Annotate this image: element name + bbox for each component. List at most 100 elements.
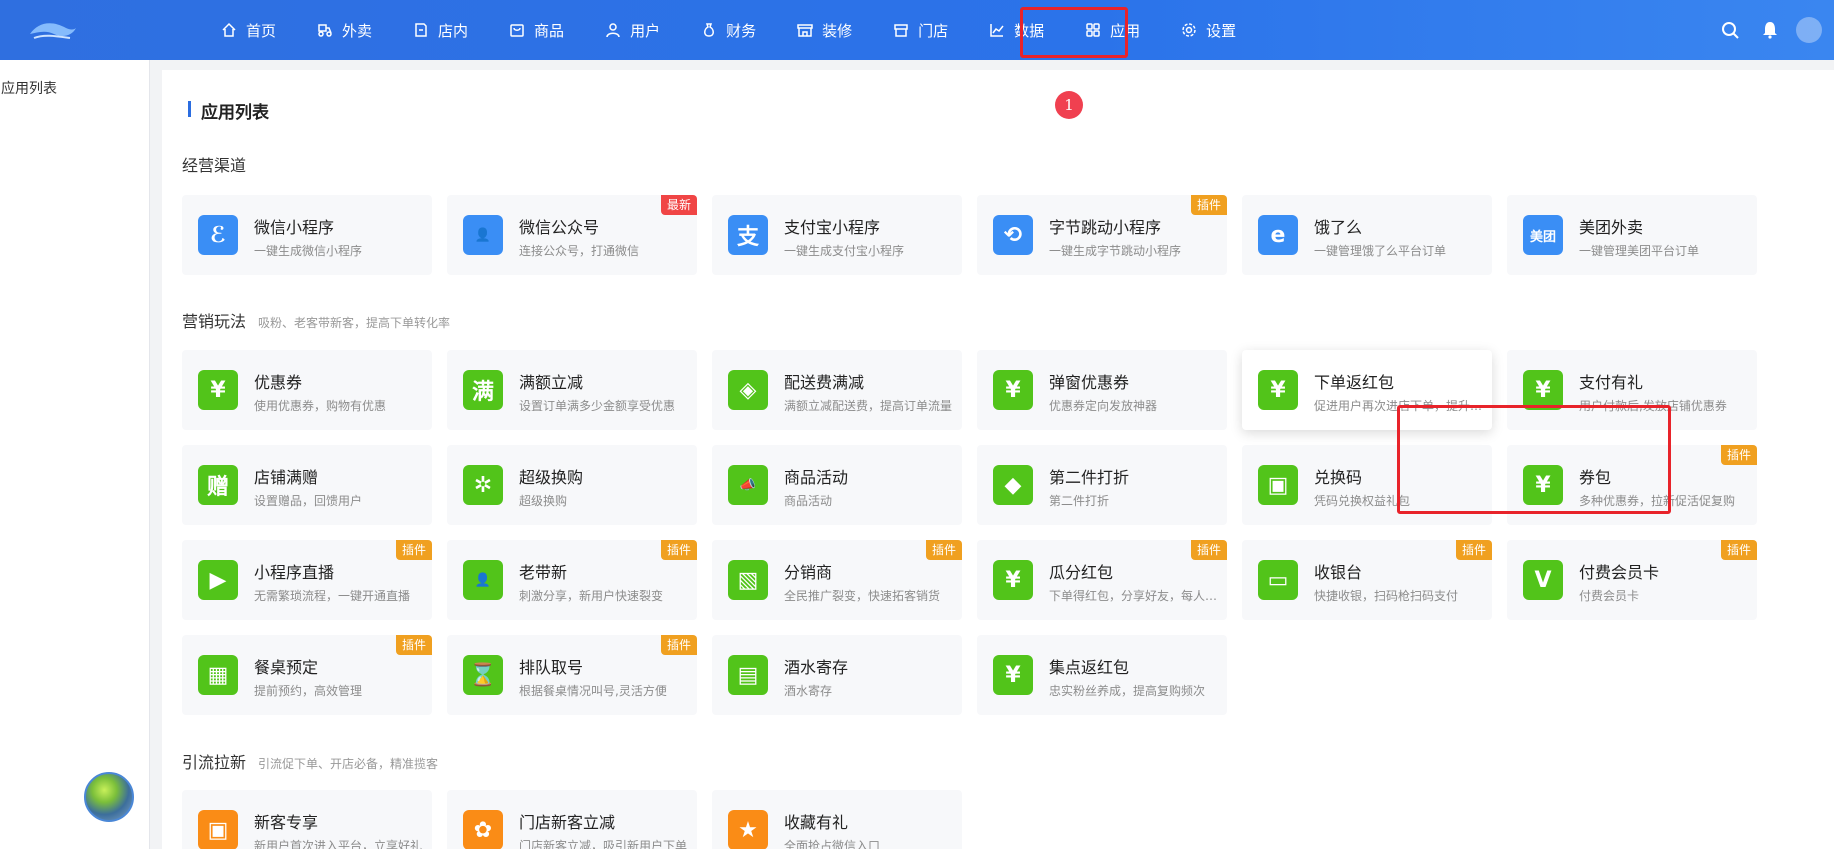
app-card-title: 兑换码 <box>1314 468 1363 487</box>
search-icon[interactable] <box>1710 0 1750 60</box>
nav-users-label: 用户 <box>630 21 661 40</box>
app-card[interactable]: ¥ 优惠券 使用优惠券，购物有优惠 <box>182 350 432 430</box>
top-navigation-bar: 首页 外卖 店内 商品 用户 财务 装修 门店 数据 应用 设置 <box>0 0 1834 60</box>
app-card-title: 优惠券 <box>254 373 303 392</box>
app-card[interactable]: ▣ 新客专享 新用户首次进入平台，立享好礼 <box>182 790 432 849</box>
section-heading: 经营渠道 <box>182 156 247 175</box>
nav-data[interactable]: 数据 <box>968 0 1064 60</box>
mini-program-icon: ℰ <box>198 215 238 255</box>
nav-takeout[interactable]: 外卖 <box>296 0 392 60</box>
nav-apps[interactable]: 应用 <box>1064 0 1160 60</box>
nav-stores-label: 门店 <box>918 21 949 40</box>
avatar[interactable] <box>84 772 134 822</box>
main-nav: 首页 外卖 店内 商品 用户 财务 装修 门店 数据 应用 设置 <box>200 0 1256 60</box>
app-card-title: 微信公众号 <box>519 218 600 237</box>
nav-home[interactable]: 首页 <box>200 0 296 60</box>
app-card[interactable]: 满 满额立减 设置订单满多少金额享受优惠 <box>447 350 697 430</box>
app-card[interactable]: ¥ 弹窗优惠券 优惠券定向发放神器 <box>977 350 1227 430</box>
app-card[interactable]: ⌛ 排队取号 根据餐桌情况叫号,灵活方便 插件 <box>447 635 697 715</box>
nav-dine-in[interactable]: 店内 <box>392 0 488 60</box>
status-badge: 插件 <box>1190 195 1227 215</box>
app-card-title: 商品活动 <box>784 468 849 487</box>
store-inside-icon <box>412 21 430 39</box>
main-content: 应用列表 1 2 经营渠道 营销玩法吸粉、老客带新客，提高下单转化率 引流拉新引… <box>162 70 1834 849</box>
section-title-channels: 经营渠道 <box>182 152 246 176</box>
section-title-traffic: 引流拉新 引流促下单、开店必备，精准揽客 <box>182 749 438 773</box>
app-card-desc: 无需繁琐流程，一键开通直播 <box>254 589 411 603</box>
app-card-desc: 全面抢占微信入口 <box>784 839 881 849</box>
nav-settings[interactable]: 设置 <box>1160 0 1256 60</box>
app-card-title: 券包 <box>1579 468 1612 487</box>
app-card[interactable]: ✿ 门店新客立减 门店新客立减，吸引新用户下单 <box>447 790 697 849</box>
app-card[interactable]: ▧ 分销商 全民推广裂变，快速拓客销货 插件 <box>712 540 962 620</box>
nav-decorate[interactable]: 装修 <box>776 0 872 60</box>
redeem-gift-icon: ▣ <box>1258 465 1298 505</box>
app-card[interactable]: ★ 收藏有礼 全面抢占微信入口 <box>712 790 962 849</box>
status-badge: 插件 <box>1720 540 1757 560</box>
nav-stores[interactable]: 门店 <box>872 0 968 60</box>
app-card-title: 付费会员卡 <box>1579 563 1660 582</box>
table-reserve-icon: ▦ <box>198 655 238 695</box>
app-card[interactable]: ▭ 收银台 快捷收银，扫码枪扫码支付 插件 <box>1242 540 1492 620</box>
app-card-desc: 提前预约，高效管理 <box>254 684 363 698</box>
gift-text-icon: 赠 <box>198 465 238 505</box>
bell-icon[interactable] <box>1750 0 1790 60</box>
nav-finance-label: 财务 <box>726 21 757 40</box>
app-card[interactable]: ¥ 集点返红包 忠实粉丝养成，提高复购频次 <box>977 635 1227 715</box>
app-card-title: 下单返红包 <box>1314 373 1395 392</box>
nav-users[interactable]: 用户 <box>584 0 680 60</box>
user-icon <box>604 21 622 39</box>
app-card[interactable]: 支 支付宝小程序 一键生成支付宝小程序 <box>712 195 962 275</box>
app-card-desc: 全民推广裂变，快速拓客销货 <box>784 589 941 603</box>
icon-glyph: ▦ <box>207 662 229 688</box>
star-favorite-icon: ★ <box>728 810 768 849</box>
app-card[interactable]: 赠 店铺满赠 设置赠品，回馈用户 <box>182 445 432 525</box>
app-card[interactable]: ▦ 餐桌预定 提前预约，高效管理 插件 <box>182 635 432 715</box>
app-card[interactable]: V 付费会员卡 付费会员卡 插件 <box>1507 540 1757 620</box>
app-card[interactable]: ◈ 配送费满减 满额立减配送费，提高订单流量 <box>712 350 962 430</box>
status-badge: 插件 <box>660 635 697 655</box>
app-card-desc: 连接公众号，打通微信 <box>519 244 640 258</box>
app-card[interactable]: ◆ 第二件打折 第二件打折 <box>977 445 1227 525</box>
icon-glyph: 赠 <box>206 475 229 500</box>
app-card-desc: 用户付款后,发放店铺优惠券 <box>1579 399 1727 413</box>
icon-glyph: ✿ <box>473 817 493 843</box>
sidebar: 应用列表 <box>0 60 150 849</box>
app-card[interactable]: 美团 美团外卖 一键管理美团平台订单 <box>1507 195 1757 275</box>
app-card[interactable]: ¥ 支付有礼 用户付款后,发放店铺优惠券 <box>1507 350 1757 430</box>
app-card[interactable]: ▶ 小程序直播 无需繁琐流程，一键开通直播 插件 <box>182 540 432 620</box>
app-card[interactable]: 📣 商品活动 商品活动 <box>712 445 962 525</box>
app-card[interactable]: ¥ 券包 多种优惠券，拉新促活促复购 插件 <box>1507 445 1757 525</box>
cashier-icon: ▭ <box>1258 560 1298 600</box>
nav-finance[interactable]: 财务 <box>680 0 776 60</box>
sidebar-item-app-list[interactable]: 应用列表 <box>1 78 57 98</box>
app-card[interactable]: ▣ 兑换码 凭码兑换权益礼包 <box>1242 445 1492 525</box>
scooter-icon <box>316 21 334 39</box>
icon-glyph: ▣ <box>207 817 229 843</box>
app-card[interactable]: ¥ 下单返红包促进用户再次进店下单，提升复购率 <box>1242 350 1492 430</box>
full-reduction-icon: 满 <box>463 370 503 410</box>
app-card[interactable]: ℰ 微信小程序一键生成微信小程序 <box>182 195 432 275</box>
app-card[interactable]: 👤 微信公众号 连接公众号，打通微信 最新 <box>447 195 697 275</box>
app-card-desc: 忠实粉丝养成，提高复购频次 <box>1049 684 1206 698</box>
app-card[interactable]: ▤ 酒水寄存 酒水寄存 <box>712 635 962 715</box>
app-card-title: 微信小程序 <box>254 218 335 237</box>
app-card-desc: 门店新客立减，吸引新用户下单 <box>519 839 688 849</box>
app-card[interactable]: ✲ 超级换购 超级换购 <box>447 445 697 525</box>
page-title: 应用列表 <box>188 98 269 123</box>
user-avatar[interactable] <box>1796 17 1822 43</box>
icon-glyph: ¥ <box>1535 472 1551 498</box>
app-card[interactable]: e 饿了么 一键管理饿了么平台订单 <box>1242 195 1492 275</box>
nav-goods[interactable]: 商品 <box>488 0 584 60</box>
app-card-desc: 一键生成微信小程序 <box>254 244 363 258</box>
app-card-desc: 使用优惠券，购物有优惠 <box>254 399 387 413</box>
app-card[interactable]: ¥ 瓜分红包下单得红包，分享好友，每人得红包 插件 <box>977 540 1227 620</box>
app-card[interactable]: ⟲ 字节跳动小程序 一键生成字节跳动小程序 插件 <box>977 195 1227 275</box>
app-card-desc: 商品活动 <box>784 494 833 508</box>
app-card-title: 排队取号 <box>519 658 584 677</box>
app-card-title: 集点返红包 <box>1049 658 1130 677</box>
app-card[interactable]: 👤 老带新 刺激分享，新用户快速裂变 插件 <box>447 540 697 620</box>
brand-logo-icon[interactable] <box>26 14 80 48</box>
official-account-icon: 👤 <box>463 215 503 255</box>
app-card-desc: 下单得红包，分享好友，每人得红包 <box>1049 589 1219 603</box>
